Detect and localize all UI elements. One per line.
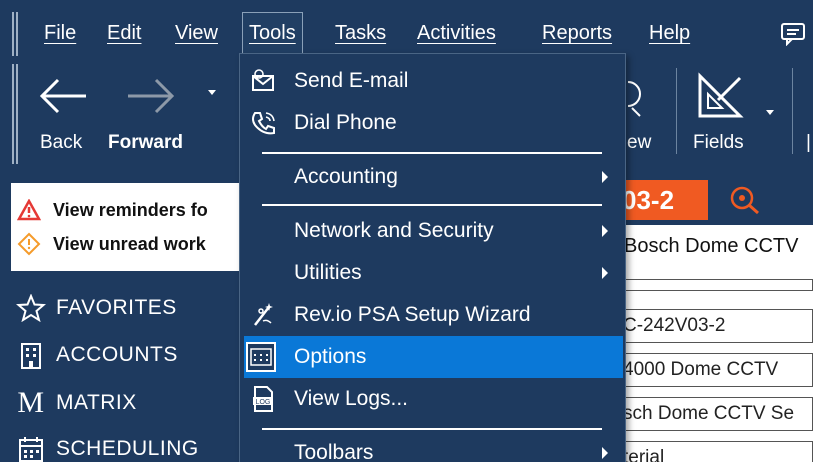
menu-accounting-label: Accounting (294, 165, 398, 188)
fields-dropdown-icon[interactable] (766, 110, 774, 115)
reminders-row[interactable]: View reminders fo (17, 195, 241, 225)
menu-accounting[interactable]: Accounting (240, 156, 625, 198)
reminders-panel: View reminders fo View unread work (11, 183, 241, 271)
menubar-grip[interactable] (12, 12, 18, 56)
menu-dial-phone-label: Dial Phone (294, 111, 397, 134)
menu-activities[interactable]: Activities (413, 18, 500, 48)
menu-reports[interactable]: Reports (538, 18, 616, 48)
nav-scheduling[interactable]: SCHEDULING (16, 434, 199, 462)
star-icon (16, 294, 46, 322)
email-icon (248, 66, 278, 96)
record-id-tag: 03-2 (618, 180, 708, 220)
record-field-type[interactable]: terial (618, 441, 813, 462)
submenu-arrow-icon (602, 447, 608, 459)
menu-network-security[interactable]: Network and Security (240, 210, 625, 252)
options-icon (246, 342, 276, 372)
unread-work-row[interactable]: View unread work (17, 229, 241, 259)
toolbar-separator (676, 68, 677, 154)
log-file-icon: LOG (248, 384, 278, 414)
back-arrow-icon[interactable] (36, 76, 90, 116)
menu-toolbars-label: Toolbars (294, 441, 374, 462)
nav-matrix[interactable]: M MATRIX (16, 386, 137, 420)
reminders-text: View reminders fo (53, 199, 208, 220)
menu-send-email-label: Send E-mail (294, 69, 409, 92)
menu-send-email[interactable]: Send E-mail (240, 60, 625, 102)
menu-dial-phone[interactable]: Dial Phone (240, 102, 625, 144)
menu-toolbars[interactable]: Toolbars (240, 432, 625, 462)
forward-dropdown-icon[interactable] (208, 90, 216, 95)
fields-ruler-icon[interactable] (696, 72, 744, 120)
back-label[interactable]: Back (40, 132, 82, 154)
unread-work-text: View unread work (53, 233, 206, 254)
submenu-arrow-icon (602, 171, 608, 183)
next-toolbar-label-fragment[interactable]: | (806, 132, 811, 154)
menu-tools[interactable]: Tools (242, 12, 303, 54)
record-field-empty[interactable] (618, 279, 813, 291)
menu-setup-wizard-label: Rev.io PSA Setup Wizard (294, 303, 531, 326)
forward-label[interactable]: Forward (108, 132, 183, 154)
menu-options[interactable]: Options (244, 336, 623, 378)
menu-help[interactable]: Help (645, 18, 694, 48)
menu-file[interactable]: File (40, 18, 80, 48)
menu-view-logs[interactable]: LOG View Logs... (240, 378, 625, 420)
alert-diamond-icon (17, 232, 41, 256)
nav-favorites[interactable]: FAVORITES (16, 294, 177, 322)
menu-network-security-label: Network and Security (294, 219, 494, 242)
matrix-m-icon: M (17, 386, 45, 419)
phone-icon (248, 108, 278, 138)
wizard-icon (248, 300, 278, 330)
record-field-model[interactable]: 4000 Dome CCTV (618, 353, 813, 387)
fields-label[interactable]: Fields (693, 132, 744, 154)
menu-options-label: Options (294, 345, 367, 368)
record-search-icon[interactable] (728, 184, 762, 216)
calendar-icon (19, 437, 43, 462)
menu-view-logs-label: View Logs... (294, 387, 409, 410)
nav-favorites-label: FAVORITES (56, 296, 177, 319)
menu-separator (262, 204, 602, 206)
tools-menu: Send E-mail Dial Phone Accounting Networ… (239, 53, 626, 462)
nav-accounts-label: ACCOUNTS (56, 343, 178, 366)
record-field-description[interactable]: sch Dome CCTV Se (618, 397, 813, 431)
menu-view[interactable]: View (171, 18, 222, 48)
menu-separator (262, 152, 602, 154)
submenu-arrow-icon (602, 225, 608, 237)
forward-arrow-icon[interactable] (124, 76, 178, 116)
menu-setup-wizard[interactable]: Rev.io PSA Setup Wizard (240, 294, 625, 336)
record-title: Bosch Dome CCTV (624, 235, 799, 257)
svg-text:LOG: LOG (256, 399, 271, 406)
view-button-label[interactable]: ew (627, 132, 651, 154)
record-field-part-number[interactable]: C-242V03-2 (618, 309, 813, 343)
nav-matrix-label: MATRIX (56, 391, 137, 414)
menu-separator (262, 428, 602, 430)
nav-accounts[interactable]: ACCOUNTS (16, 340, 178, 370)
menu-utilities[interactable]: Utilities (240, 252, 625, 294)
submenu-arrow-icon (602, 267, 608, 279)
menu-edit[interactable]: Edit (103, 18, 145, 48)
nav-scheduling-label: SCHEDULING (56, 437, 199, 460)
building-icon (21, 343, 41, 369)
toolbar-separator (792, 68, 793, 154)
search-icon[interactable] (626, 78, 646, 118)
menu-utilities-label: Utilities (294, 261, 362, 284)
warning-icon (17, 199, 41, 221)
chat-icon[interactable] (780, 22, 808, 46)
menu-tasks[interactable]: Tasks (331, 18, 390, 48)
toolbar-grip[interactable] (12, 64, 18, 164)
